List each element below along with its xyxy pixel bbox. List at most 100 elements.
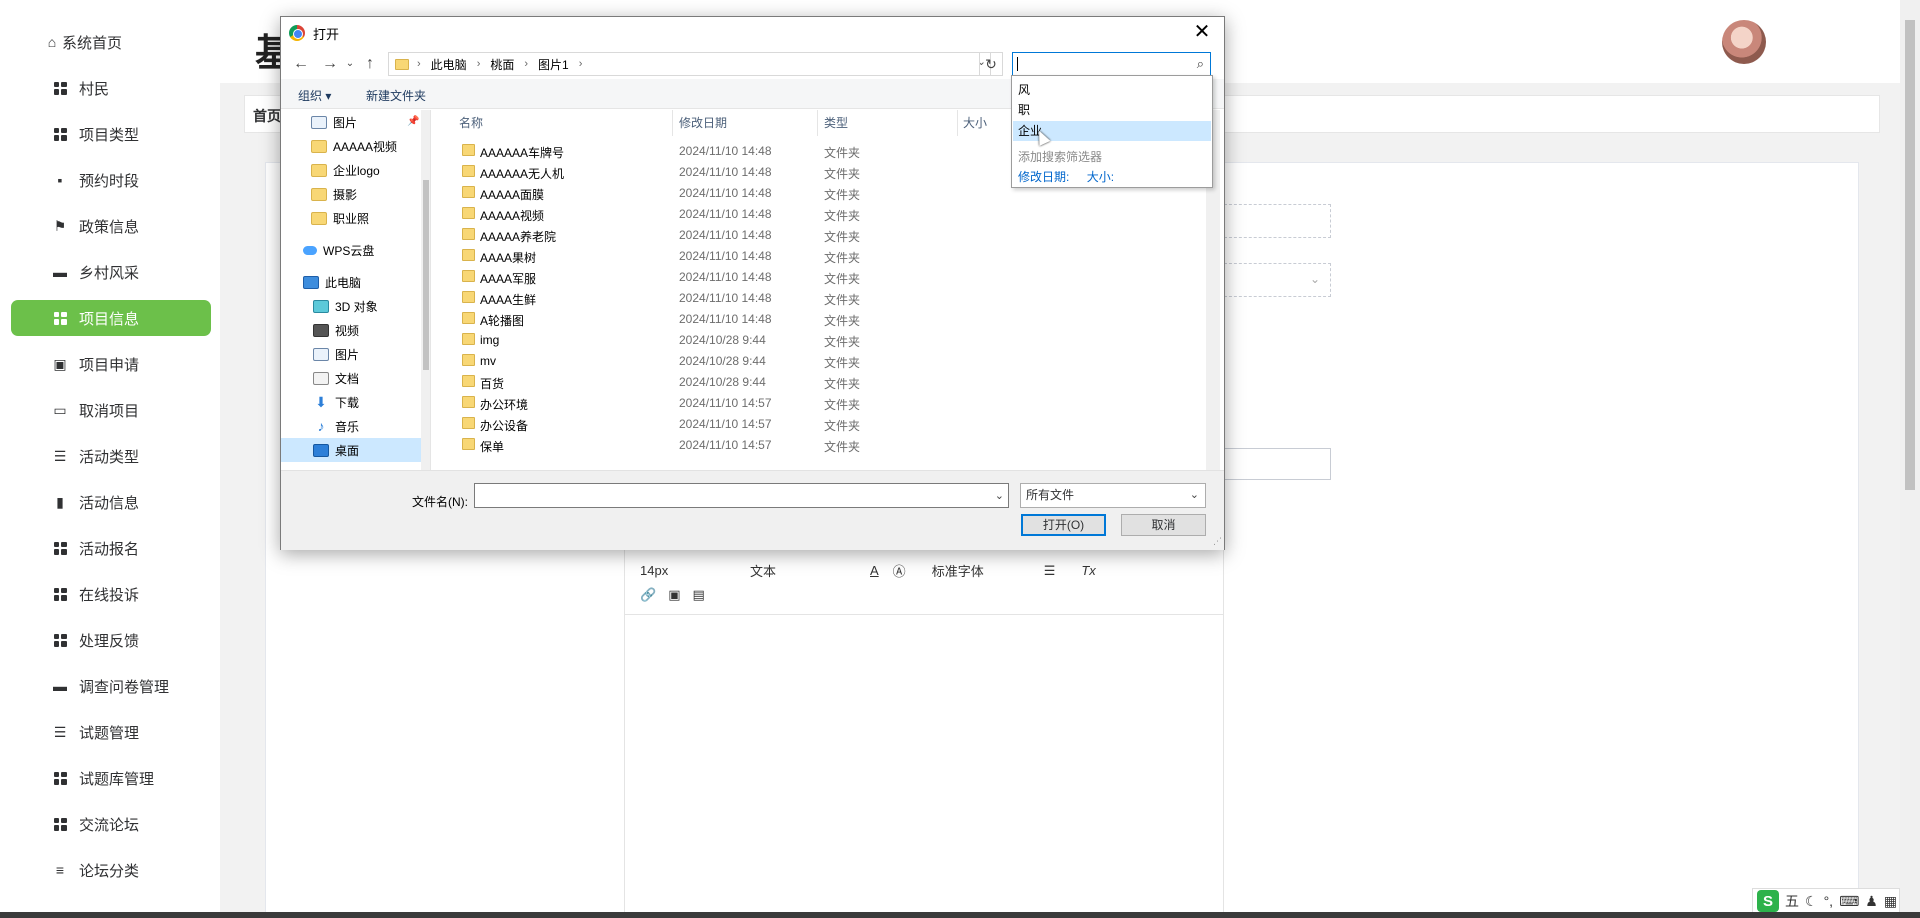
ime-mode[interactable]: 五 bbox=[1785, 891, 1799, 911]
highlight-icon[interactable]: Ⓐ bbox=[893, 561, 906, 580]
file-row[interactable]: AAAAA视频 2024/11/10 14:48 文件夹 bbox=[441, 203, 1201, 224]
link-icon[interactable]: 🔗 bbox=[640, 587, 656, 603]
nav-item-videos[interactable]: 视频 bbox=[281, 318, 421, 342]
nav-item-folder[interactable]: 职业照 bbox=[281, 206, 421, 230]
file-row[interactable]: AAAAA养老院 2024/11/10 14:48 文件夹 bbox=[441, 224, 1201, 245]
file-row[interactable]: A轮播图 2024/11/10 14:48 文件夹 bbox=[441, 308, 1201, 329]
avatar[interactable] bbox=[1722, 20, 1766, 64]
suggestion-item[interactable]: 职 bbox=[1013, 100, 1211, 120]
sidebar-item-activity-signup[interactable]: 活动报名 bbox=[11, 530, 211, 566]
filter-size[interactable]: 大小: bbox=[1087, 170, 1114, 184]
filename-input[interactable]: ⌄ bbox=[474, 483, 1009, 508]
grid-menu-icon[interactable]: ▦ bbox=[1884, 893, 1897, 910]
nav-item-3d-objects[interactable]: 3D 对象 bbox=[281, 294, 421, 318]
paragraph-select[interactable]: 文本 bbox=[750, 561, 870, 580]
user-icon[interactable]: ♟ bbox=[1865, 893, 1878, 910]
forward-arrow-icon[interactable]: → bbox=[319, 53, 341, 75]
sidebar-item-survey[interactable]: ▬ 调查问卷管理 bbox=[11, 668, 211, 704]
rich-text-editor[interactable] bbox=[624, 533, 1224, 918]
sidebar-item-activity-type[interactable]: ☰ 活动类型 bbox=[11, 438, 211, 474]
form-field-2[interactable] bbox=[1224, 448, 1331, 480]
sidebar-item-booking-slot[interactable]: ▪ 预约时段 bbox=[11, 162, 211, 198]
punctuation-icon[interactable]: °, bbox=[1824, 893, 1834, 909]
sidebar-item-question-bank[interactable]: 试题库管理 bbox=[11, 760, 211, 796]
nav-pane-scrollbar[interactable] bbox=[421, 110, 430, 470]
nav-item-pictures[interactable]: 图片 bbox=[281, 342, 421, 366]
column-header-date[interactable]: 修改日期 bbox=[679, 110, 727, 136]
sidebar-item-question[interactable]: ☰ 试题管理 bbox=[11, 714, 211, 750]
breadcrumb-home[interactable]: 首页 bbox=[253, 106, 281, 126]
nav-item-documents[interactable]: 文档 bbox=[281, 366, 421, 390]
sidebar-item-project-type[interactable]: 项目类型 bbox=[11, 116, 211, 152]
font-family-select[interactable]: 标准字体 bbox=[932, 561, 1042, 580]
chevron-down-icon[interactable]: ⌄ bbox=[995, 489, 1004, 502]
filter-date-modified[interactable]: 修改日期: bbox=[1018, 170, 1069, 184]
sidebar-item-complaint[interactable]: 在线投诉 bbox=[11, 576, 211, 612]
nav-item-downloads[interactable]: ⬇ 下载 bbox=[281, 390, 421, 414]
column-divider[interactable] bbox=[957, 110, 958, 136]
refresh-icon[interactable]: ↻ bbox=[979, 52, 1003, 76]
sidebar-item-project-info[interactable]: 项目信息 bbox=[11, 300, 211, 336]
file-row[interactable]: 保单 2024/11/10 14:57 文件夹 bbox=[441, 434, 1201, 455]
filetype-select[interactable]: 所有文件 ⌄ bbox=[1020, 483, 1206, 508]
address-bar[interactable]: › 此电脑 › 桃面 › 图片1 › ⌄ bbox=[388, 52, 991, 76]
sidebar-item-home[interactable]: ⌂ 系统首页 bbox=[11, 24, 211, 60]
align-icon[interactable]: ☰ bbox=[1044, 563, 1056, 579]
sidebar-item-policy[interactable]: ⚑ 政策信息 bbox=[11, 208, 211, 244]
page-scrollbar-thumb[interactable] bbox=[1905, 20, 1915, 490]
nav-item-this-pc[interactable]: 此电脑 bbox=[281, 270, 421, 294]
font-size-select[interactable]: 14px bbox=[640, 563, 730, 578]
form-field-1[interactable] bbox=[1224, 204, 1331, 238]
sidebar-item-forum-category[interactable]: ≡ 论坛分类 bbox=[11, 852, 211, 888]
form-select[interactable]: ⌄ bbox=[1224, 263, 1331, 297]
font-color-icon[interactable]: A bbox=[870, 563, 879, 578]
nav-item-folder[interactable]: AAAAA视频 bbox=[281, 134, 421, 158]
open-button[interactable]: 打开(O) bbox=[1021, 514, 1106, 536]
sidebar-item-feedback[interactable]: 处理反馈 bbox=[11, 622, 211, 658]
breadcrumb-desktop[interactable]: 桃面 bbox=[490, 56, 514, 73]
up-arrow-icon[interactable]: ↑ bbox=[359, 53, 381, 75]
column-divider[interactable] bbox=[672, 110, 673, 136]
sidebar-item-cancel-project[interactable]: ▭ 取消项目 bbox=[11, 392, 211, 428]
image-icon[interactable]: ▣ bbox=[668, 587, 680, 603]
breadcrumb-this-pc[interactable]: 此电脑 bbox=[431, 56, 467, 73]
sidebar-item-forum[interactable]: 交流论坛 bbox=[11, 806, 211, 842]
file-row[interactable]: AAAA军服 2024/11/10 14:48 文件夹 bbox=[441, 266, 1201, 287]
file-row[interactable]: AAAA生鲜 2024/11/10 14:48 文件夹 bbox=[441, 287, 1201, 308]
file-row[interactable]: 办公环境 2024/11/10 14:57 文件夹 bbox=[441, 392, 1201, 413]
search-input[interactable]: ⌕ bbox=[1012, 52, 1211, 76]
sidebar-item-villagers[interactable]: 村民 bbox=[11, 70, 211, 106]
nav-item-pictures-pinned[interactable]: 图片 📌 bbox=[281, 110, 421, 134]
resize-grip-icon[interactable]: ⋰ bbox=[1213, 536, 1222, 547]
keyboard-icon[interactable]: ⌨ bbox=[1839, 893, 1859, 910]
file-row[interactable]: 办公设备 2024/11/10 14:57 文件夹 bbox=[441, 413, 1201, 434]
organize-button[interactable]: 组织 ▾ bbox=[298, 87, 331, 104]
sidebar-item-village-style[interactable]: ▬ 乡村风采 bbox=[11, 254, 211, 290]
file-row[interactable]: 百货 2024/10/28 9:44 文件夹 bbox=[441, 371, 1201, 392]
search-icon[interactable]: ⌕ bbox=[1197, 56, 1204, 72]
new-folder-button[interactable]: 新建文件夹 bbox=[366, 87, 426, 104]
nav-item-folder[interactable]: 摄影 bbox=[281, 182, 421, 206]
file-row[interactable]: AAAA果树 2024/11/10 14:48 文件夹 bbox=[441, 245, 1201, 266]
sidebar-item-activity-info[interactable]: ▮ 活动信息 bbox=[11, 484, 211, 520]
back-arrow-icon[interactable]: ← bbox=[290, 53, 312, 75]
clear-format-icon[interactable]: Tx bbox=[1081, 563, 1095, 578]
suggestion-item[interactable]: 风 bbox=[1013, 80, 1211, 100]
sogou-logo-icon[interactable]: S bbox=[1757, 890, 1779, 912]
close-icon[interactable]: ✕ bbox=[1190, 21, 1214, 45]
cancel-button[interactable]: 取消 bbox=[1121, 514, 1206, 536]
breadcrumb-pictures1[interactable]: 图片1 bbox=[538, 56, 569, 73]
file-row[interactable]: mv 2024/10/28 9:44 文件夹 bbox=[441, 350, 1201, 371]
column-header-type[interactable]: 类型 bbox=[824, 110, 848, 136]
nav-item-folder[interactable]: 企业logo bbox=[281, 158, 421, 182]
nav-pane-scrollbar-thumb[interactable] bbox=[423, 180, 429, 370]
recent-dropdown-icon[interactable]: ⌄ bbox=[339, 53, 361, 75]
file-row[interactable]: img 2024/10/28 9:44 文件夹 bbox=[441, 329, 1201, 350]
page-scrollbar[interactable] bbox=[1900, 0, 1920, 918]
column-divider[interactable] bbox=[817, 110, 818, 136]
moon-icon[interactable]: ☾ bbox=[1805, 893, 1818, 910]
sidebar-item-project-apply[interactable]: ▣ 项目申请 bbox=[11, 346, 211, 382]
column-header-name[interactable]: 名称 bbox=[459, 110, 483, 136]
column-header-size[interactable]: 大小 bbox=[963, 110, 987, 136]
nav-item-wps-cloud[interactable]: WPS云盘 bbox=[281, 238, 421, 262]
